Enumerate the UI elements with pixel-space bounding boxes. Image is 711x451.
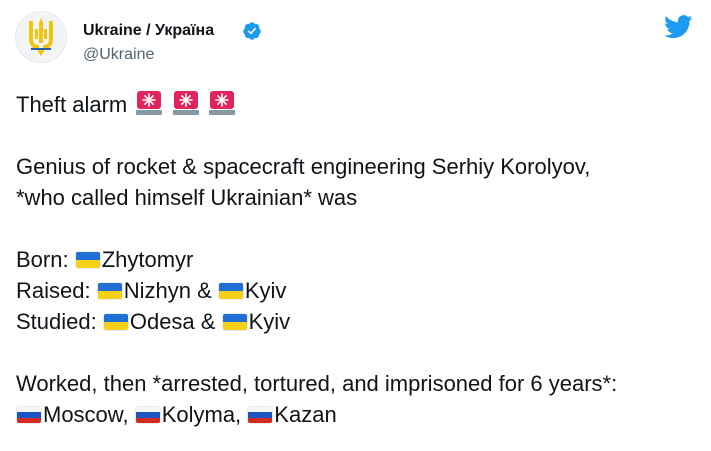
raised-label: Raised: <box>16 278 97 303</box>
flag-ukraine-icon <box>221 313 248 331</box>
twitter-bird-icon[interactable] <box>664 15 693 39</box>
tweet-line1-text: Theft alarm <box>16 92 128 117</box>
tweet-line-studied: Studied: Odesa & Kyiv <box>16 306 706 337</box>
ukraine-trident-icon <box>29 18 53 56</box>
flag-ukraine-icon <box>96 282 123 300</box>
display-name[interactable]: Ukraine / Україна <box>83 21 214 41</box>
verified-badge-icon <box>243 22 261 40</box>
raised-place-kyiv: Kyiv <box>244 278 287 303</box>
tweet-line-ukrainian: *who called himself Ukrainian* was <box>16 185 358 210</box>
studied-place-odesa: Odesa & <box>129 309 222 334</box>
handle[interactable]: @Ukraine <box>83 45 154 65</box>
studied-label: Studied: <box>16 309 103 334</box>
flag-ukraine-icon <box>102 313 129 331</box>
avatar[interactable] <box>15 11 67 63</box>
tweet-line-theft-alarm: Theft alarm <box>16 89 706 120</box>
police-car-light-icon <box>136 91 163 115</box>
tweet-line-russia-places: Moscow, Kolyma, Kazan <box>16 399 706 430</box>
tweet-line-genius: Genius of rocket & spacecraft engineerin… <box>16 154 591 179</box>
place-moscow: Moscow, <box>43 402 135 427</box>
place-kolyma: Kolyma, <box>161 402 248 427</box>
raised-place-nizhyn: Nizhyn & <box>123 278 218 303</box>
place-kazan: Kazan <box>274 402 337 427</box>
police-car-light-icon <box>172 91 199 115</box>
police-car-light-icon <box>208 91 235 115</box>
flag-russia-icon <box>134 406 161 424</box>
tweet-line-raised: Raised: Nizhyn & Kyiv <box>16 275 706 306</box>
flag-ukraine-icon <box>74 251 101 269</box>
flag-russia-icon <box>247 406 274 424</box>
tweet-text: Theft alarm Genius of rocket & spacecraf… <box>16 89 706 430</box>
tweet-line-worked: Worked, then *arrested, tortured, and im… <box>16 371 618 396</box>
studied-place-kyiv: Kyiv <box>248 309 291 334</box>
tweet-line-born: Born: Zhytomyr <box>16 244 706 275</box>
born-label: Born: <box>16 247 75 272</box>
flag-ukraine-icon <box>217 282 244 300</box>
flag-russia-icon <box>16 406 42 424</box>
born-place: Zhytomyr <box>101 247 194 272</box>
